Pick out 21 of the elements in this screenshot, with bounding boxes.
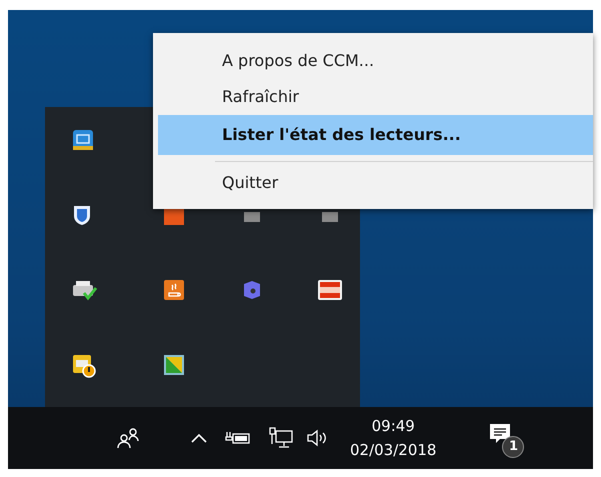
battery-plug-icon[interactable] <box>224 430 252 446</box>
menu-item[interactable]: A propos de CCM... <box>158 43 593 79</box>
speaker-icon[interactable] <box>306 428 328 448</box>
notification-count: 1 <box>502 436 524 458</box>
monitor-app-icon[interactable] <box>72 129 94 151</box>
printer-check-icon[interactable] <box>72 279 98 301</box>
diagonal-tile-icon[interactable] <box>163 354 185 376</box>
clock[interactable]: 09:49 02/03/2018 <box>350 414 436 462</box>
caret-icon[interactable] <box>190 432 208 444</box>
menu-item[interactable]: Rafraîchir <box>158 79 593 115</box>
date-text: 02/03/2018 <box>350 440 436 461</box>
ccm-logo-icon[interactable] <box>317 279 343 301</box>
cube-icon[interactable] <box>242 279 262 301</box>
time-text: 09:49 <box>372 416 415 437</box>
printer-warning-icon[interactable] <box>72 354 96 378</box>
network-icon[interactable] <box>268 427 294 449</box>
notification-button[interactable]: 1 <box>488 420 522 456</box>
menu-item[interactable]: Lister l'état des lecteurs... <box>158 115 593 155</box>
menu-item[interactable]: Quitter <box>158 165 593 201</box>
shield-icon[interactable] <box>72 204 92 226</box>
cup-app-icon[interactable] <box>163 279 185 301</box>
